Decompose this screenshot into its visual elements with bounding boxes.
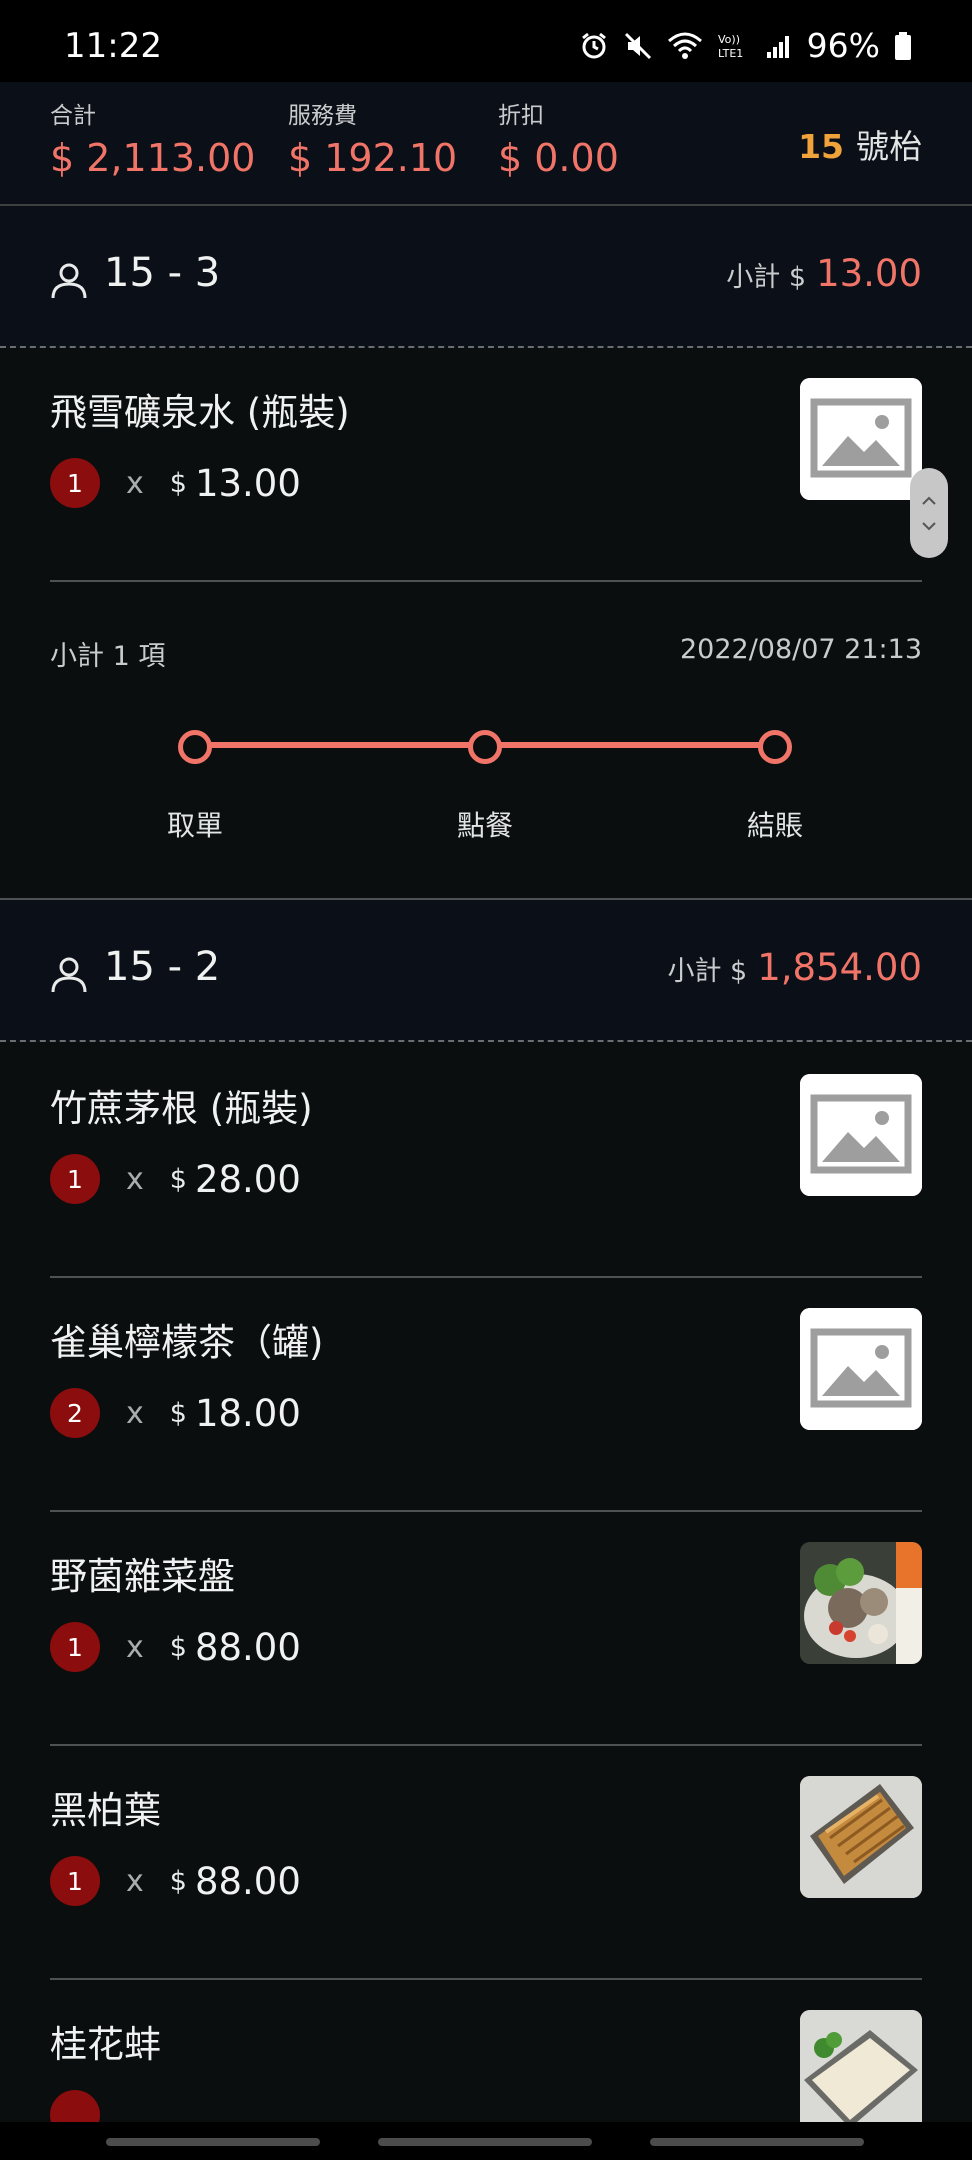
discount-block: 折扣 $ 0.00 [498,96,619,180]
group-header-15-2[interactable]: 15 - 2 小計 $ 1,854.00 [0,900,972,1042]
item-name: 黑柏葉 [50,1789,161,1832]
total-block: 合計 $ 2,113.00 [50,96,255,180]
nav-recents-button[interactable] [106,2138,320,2146]
currency-sign: $ [169,467,187,499]
tripe-platter-photo [800,1776,922,1898]
group-title: 15 - 2 [104,944,221,990]
group-subtotal-amount: 1,854.00 [757,946,922,989]
item-name: 雀巢檸檬茶（罐) [50,1321,324,1364]
group-subtotal: 小計 $ 13.00 [726,252,922,295]
placeholder-image-icon [800,1308,922,1430]
status-time: 11:22 [64,26,162,66]
summary-datetime: 2022/08/07 21:13 [679,634,922,665]
quantity-badge: 2 [50,1388,100,1438]
item-quantity-row: 1 x $ 13.00 [50,458,301,508]
list-item[interactable]: 野菌雜菜盤 1 x $ 88.00 [0,1512,972,1746]
summary-item-count: 小計 1 項 [50,641,166,672]
multiply-sign: x [126,465,144,501]
person-icon [50,262,88,304]
item-name: 飛雪礦泉水 (瓶裝) [50,391,350,434]
progress-step-dot [468,730,502,764]
vegetable-platter-photo [800,1542,922,1664]
item-name: 野菌雜菜盤 [50,1555,235,1598]
nav-back-button[interactable] [650,2138,864,2146]
battery-icon [894,31,912,61]
multiply-sign: x [126,1395,144,1431]
group-subtotal: 小計 $ 1,854.00 [667,946,922,989]
group-header-15-3[interactable]: 15 - 3 小計 $ 13.00 [0,206,972,348]
placeholder-image-icon [800,1074,922,1196]
clam-platter-photo [800,2010,922,2132]
volte-icon: Vo)) LTE1 [717,31,751,61]
order-screen: 11:22 Vo)) LTE1 96% 合計 $ 2,113.00 服務費 $ … [0,0,972,2160]
alarm-icon [579,31,609,61]
item-price: 28.00 [194,1157,301,1201]
item-price: 13.00 [194,461,301,505]
progress-step-label: 結賬 [746,809,803,842]
status-bar: 11:22 Vo)) LTE1 96% [0,0,972,82]
totals-header: 合計 $ 2,113.00 服務費 $ 192.10 折扣 $ 0.00 15 號… [0,82,972,206]
service-label: 服務費 [288,103,357,129]
table-number-value: 15 [798,127,844,166]
battery-percent: 96% [806,26,880,65]
currency-sign: $ [169,1163,187,1195]
quantity-badge: 1 [50,1622,100,1672]
navigation-bar [0,2122,972,2160]
chevron-down-icon [921,516,937,535]
quantity-badge: 1 [50,458,100,508]
discount-label: 折扣 [498,103,544,129]
list-item[interactable]: 竹蔗茅根 (瓶裝) 1 x $ 28.00 [0,1044,972,1278]
chevron-up-icon [921,491,937,510]
multiply-sign: x [126,1629,144,1665]
table-number-suffix: 號枱 [856,127,922,166]
group-subtotal-label: 小計 $ [667,956,748,987]
progress-step-dot [178,730,212,764]
placeholder-image-icon [800,378,922,500]
multiply-sign: x [126,1863,144,1899]
item-quantity-row: 1 x $ 88.00 [50,1856,301,1906]
group-summary: 小計 1 項 2022/08/07 21:13 取單 點餐 結賬 [0,582,972,900]
status-icons: Vo)) LTE1 96% [579,26,912,65]
progress-step-dot [758,730,792,764]
svg-text:LTE1: LTE1 [718,47,743,60]
multiply-sign: x [126,1161,144,1197]
person-icon [50,956,88,998]
quantity-badge: 1 [50,1856,100,1906]
item-quantity-row: 2 x $ 18.00 [50,1388,301,1438]
currency-sign: $ [169,1397,187,1429]
service-value: $ 192.10 [288,136,458,180]
item-price: 18.00 [194,1391,301,1435]
service-block: 服務費 $ 192.10 [288,96,457,180]
progress-step-label: 點餐 [456,809,513,842]
currency-sign: $ [169,1631,187,1663]
list-item[interactable]: 黑柏葉 1 x $ 88.00 [0,1746,972,1980]
total-label: 合計 [50,103,96,129]
svg-text:Vo)): Vo)) [718,33,740,46]
discount-value: $ 0.00 [498,136,619,180]
item-quantity-row: 1 x $ 88.00 [50,1622,301,1672]
mute-icon [623,31,653,61]
total-value: $ 2,113.00 [50,136,256,180]
currency-sign: $ [169,1865,187,1897]
signal-icon [765,32,793,60]
item-name: 竹蔗茅根 (瓶裝) [50,1087,313,1130]
scroll-handle[interactable] [910,468,948,558]
group-subtotal-amount: 13.00 [816,252,922,295]
item-name: 桂花蚌 [50,2023,161,2066]
wifi-icon [667,31,703,61]
list-item[interactable]: 飛雪礦泉水 (瓶裝) 1 x $ 13.00 [0,348,972,582]
list-item[interactable]: 雀巢檸檬茶（罐) 2 x $ 18.00 [0,1278,972,1512]
table-number: 15 號枱 [798,120,922,168]
item-price: 88.00 [194,1859,301,1903]
quantity-badge: 1 [50,1154,100,1204]
progress-step-label: 取單 [166,809,223,842]
item-quantity-row: 1 x $ 28.00 [50,1154,301,1204]
group-title: 15 - 3 [104,250,221,296]
nav-home-button[interactable] [378,2138,592,2146]
item-price: 88.00 [194,1625,301,1669]
group-subtotal-label: 小計 $ [726,262,807,293]
